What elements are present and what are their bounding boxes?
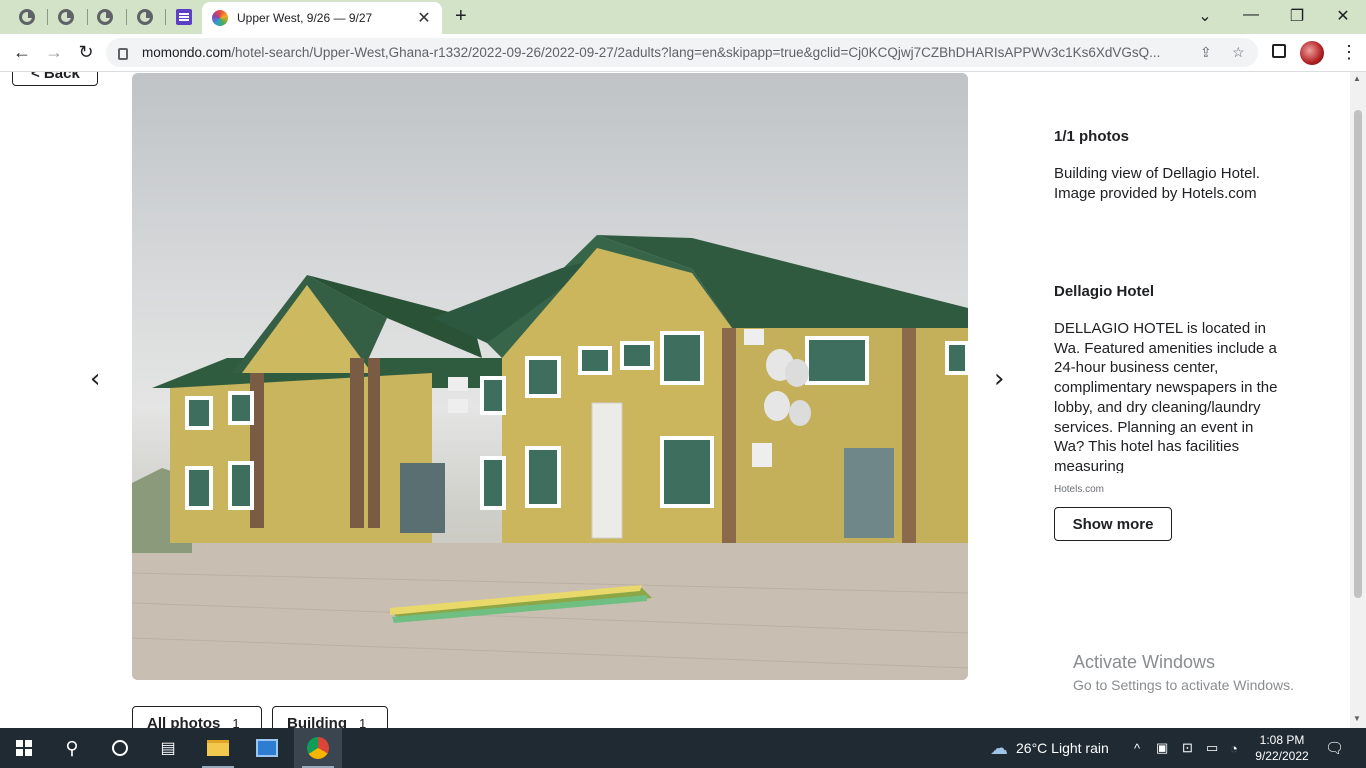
url-path: /hotel-search/Upper-West,Ghana-r1332/202… <box>231 45 1161 60</box>
tab-globe-4[interactable] <box>126 4 164 30</box>
search-icon[interactable]: ⚲ <box>48 728 96 768</box>
close-tab-icon[interactable]: ✕ <box>416 8 432 28</box>
clock-date: 9/22/2022 <box>1255 749 1309 763</box>
address-bar[interactable]: momondo.com/hotel-search/Upper-West,Ghan… <box>106 38 1258 67</box>
tab-title: Upper West, 9/26 — 9/27 <box>237 11 373 25</box>
tab-globe-3[interactable] <box>86 4 124 30</box>
tab-list[interactable] <box>165 4 203 30</box>
minimize-button[interactable]: — <box>1236 6 1266 24</box>
hotel-name: Dellagio Hotel <box>1054 283 1155 300</box>
tab-globe-1[interactable] <box>8 4 46 30</box>
battery-icon[interactable]: ▭ <box>1206 728 1218 768</box>
task-view-icon[interactable]: ▤ <box>144 728 192 768</box>
scroll-up-arrow-icon[interactable]: ▲ <box>1353 74 1361 83</box>
system-clock[interactable]: 1:08 PM 9/22/2022 <box>1252 732 1312 764</box>
photo-caption: Building view of Dellagio Hotel. Image p… <box>1054 165 1260 202</box>
globe-icon <box>19 9 35 25</box>
page-scrollbar[interactable]: ▲ ▼ <box>1350 72 1366 728</box>
lock-icon <box>118 47 128 60</box>
all-photos-filter-chip[interactable]: All photos 1 <box>132 706 262 728</box>
side-panel-icon[interactable] <box>1272 44 1286 58</box>
back-arrow-icon[interactable]: ← <box>10 42 34 63</box>
chrome-icon[interactable] <box>294 728 342 768</box>
share-icon[interactable]: ⇪ <box>1200 44 1212 61</box>
chip-label: Building <box>287 715 347 728</box>
page-content: < Back ‹ › 1/1 photos Building view of D… <box>0 72 1366 728</box>
forward-arrow-icon[interactable]: → <box>42 42 66 63</box>
url-text: momondo.com/hotel-search/Upper-West,Ghan… <box>142 45 1192 60</box>
tab-search-chevron-icon[interactable]: ⌄ <box>1190 6 1220 26</box>
hotel-photo <box>132 73 968 680</box>
notifications-icon[interactable]: 🗨 <box>1325 728 1344 768</box>
photo-count: 1/1 photos <box>1054 128 1130 145</box>
tab-bar: Upper West, 9/26 — 9/27 ✕ + ⌄ — ❐ ✕ <box>0 0 1366 34</box>
hotel-building-illustration <box>132 235 968 680</box>
scroll-down-arrow-icon[interactable]: ▼ <box>1353 714 1361 723</box>
close-window-button[interactable]: ✕ <box>1328 6 1358 26</box>
bookmark-star-icon[interactable]: ☆ <box>1232 44 1245 61</box>
watermark-title: Activate Windows <box>1073 652 1216 672</box>
previous-photo-chevron-icon[interactable]: ‹ <box>90 364 100 394</box>
globe-icon <box>137 9 153 25</box>
globe-icon <box>97 9 113 25</box>
new-tab-button[interactable]: + <box>455 6 467 26</box>
wifi-icon[interactable]: ◔ <box>1230 728 1238 768</box>
restore-button[interactable]: ❐ <box>1282 6 1312 26</box>
reload-icon[interactable]: ↻ <box>74 42 98 63</box>
weather-text: 26°C Light rain <box>1016 740 1109 756</box>
building-filter-chip[interactable]: Building 1 <box>272 706 388 728</box>
globe-icon <box>58 9 74 25</box>
menu-kebab-icon[interactable]: ⋮ <box>1340 42 1358 63</box>
next-photo-chevron-icon[interactable]: › <box>994 364 1004 394</box>
url-host: momondo.com <box>142 45 232 60</box>
hotel-description: DELLAGIO HOTEL is located in Wa. Feature… <box>1054 320 1278 473</box>
description-source: Hotels.com <box>1054 484 1105 495</box>
chip-label: All photos <box>147 715 221 728</box>
activate-windows-watermark: Activate Windows Go to Settings to activ… <box>1073 652 1294 693</box>
weather-widget[interactable]: ☁ 26°C Light rain <box>990 728 1109 768</box>
chip-count: 1 <box>232 716 240 728</box>
photos-app-icon[interactable] <box>243 728 291 768</box>
file-explorer-icon[interactable] <box>194 728 242 768</box>
windows-logo-icon <box>16 740 32 756</box>
cortana-icon[interactable] <box>96 728 144 768</box>
profile-avatar[interactable] <box>1300 41 1324 65</box>
meet-now-icon[interactable]: ▣ <box>1156 728 1168 768</box>
cloud-rain-icon: ☁ <box>990 737 1008 758</box>
list-icon <box>176 9 192 25</box>
browser-toolbar: ← → ↻ momondo.com/hotel-search/Upper-Wes… <box>0 34 1366 72</box>
start-button[interactable] <box>0 728 48 768</box>
watermark-subtitle: Go to Settings to activate Windows. <box>1073 677 1294 693</box>
show-more-button[interactable]: Show more <box>1054 507 1172 541</box>
chip-count: 1 <box>359 716 367 728</box>
momondo-favicon-icon <box>212 10 228 26</box>
back-button[interactable]: < Back <box>12 72 98 86</box>
tab-globe-2[interactable] <box>47 4 85 30</box>
windows-taskbar: ⚲ ▤ ☁ 26°C Light rain ^ ▣ ⊡ ▭ ◔ 1:08 PM … <box>0 728 1366 768</box>
tab-active[interactable]: Upper West, 9/26 — 9/27 ✕ <box>202 2 442 34</box>
clock-time: 1:08 PM <box>1259 733 1305 747</box>
show-hidden-icons-chevron-icon[interactable]: ^ <box>1134 728 1140 768</box>
scroll-thumb[interactable] <box>1354 110 1362 598</box>
usb-device-icon[interactable]: ⊡ <box>1182 728 1193 768</box>
